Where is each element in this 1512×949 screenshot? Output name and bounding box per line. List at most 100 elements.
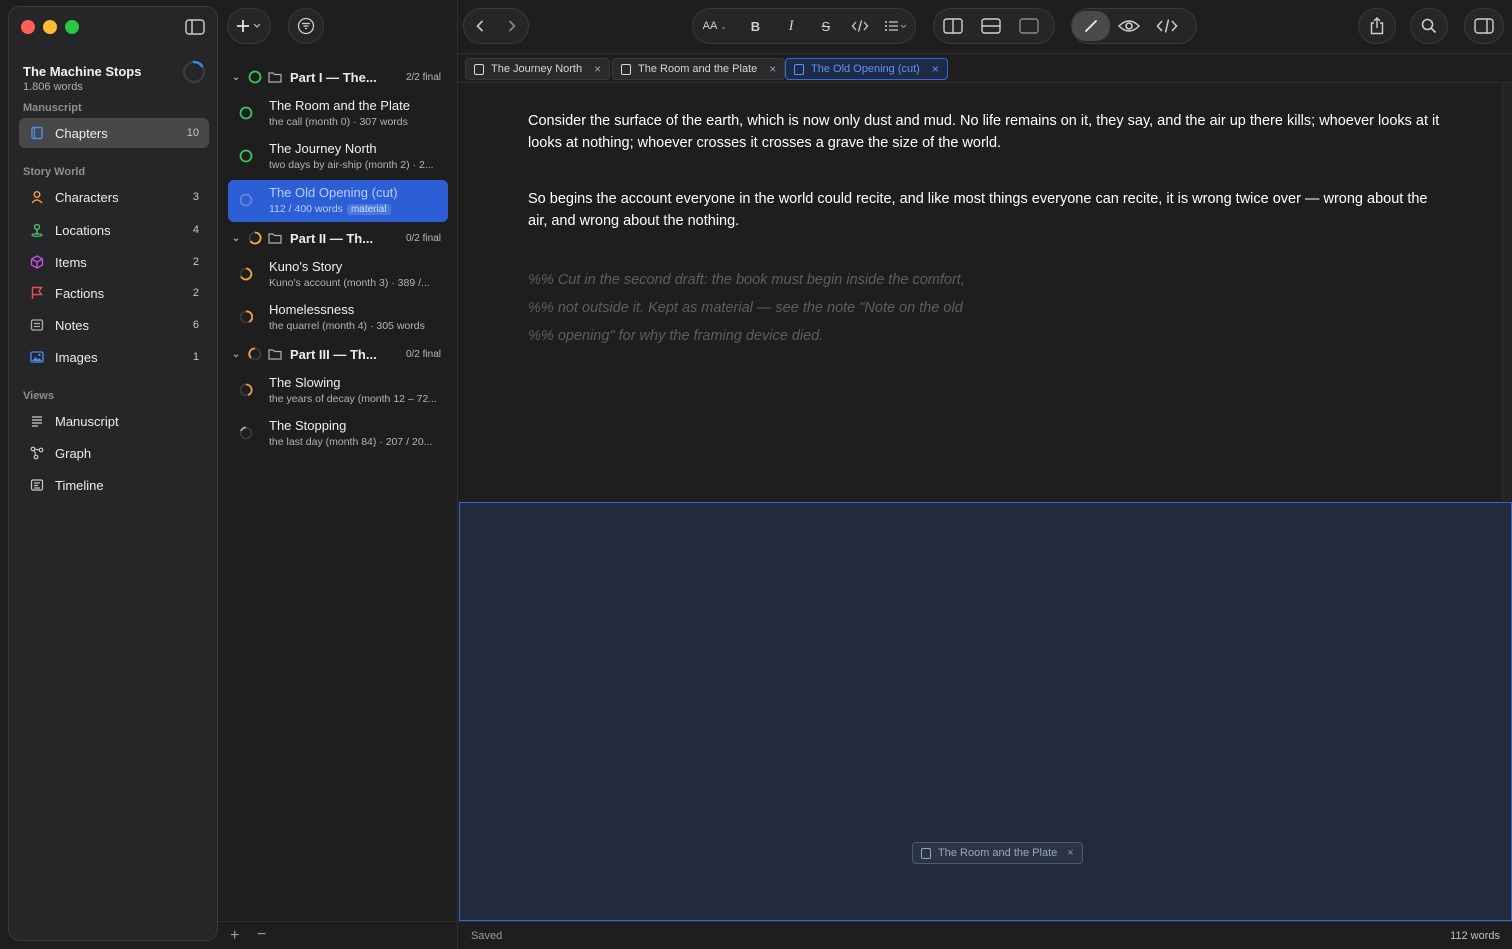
- close-tab-icon[interactable]: ×: [769, 62, 776, 76]
- layout-group: [933, 8, 1055, 44]
- book-icon: [921, 847, 931, 859]
- sidebar-item-chapters[interactable]: Chapters 10: [19, 118, 209, 148]
- paragraph[interactable]: Consider the surface of the earth, which…: [528, 110, 1448, 154]
- progress-spinner-icon: [182, 60, 206, 84]
- inspector-toggle-button[interactable]: [1464, 8, 1504, 44]
- split-vertical-button[interactable]: [934, 11, 972, 41]
- split-vertical-icon: [943, 18, 963, 34]
- sidebar-item-timeline-view[interactable]: Timeline: [19, 470, 209, 500]
- tree-group-part-3[interactable]: ⌄ Part III — Th... 0/2 final: [228, 340, 448, 368]
- minimize-window-button[interactable]: [43, 20, 57, 34]
- chapter-subtitle: 112 / 400 words material: [269, 203, 445, 215]
- single-pane-button[interactable]: [1010, 11, 1048, 41]
- plus-icon: [237, 20, 261, 32]
- source-code-icon: [1156, 19, 1178, 33]
- item-count: 3: [192, 191, 199, 203]
- book-icon: [794, 63, 804, 75]
- bold-button[interactable]: B: [737, 11, 775, 41]
- code-icon: [852, 20, 869, 32]
- tree-chapter-row[interactable]: The Slowing the years of decay (month 12…: [228, 370, 448, 412]
- tree-chapter-row[interactable]: The Journey North two days by air-ship (…: [228, 136, 448, 178]
- tree-chapter-row-selected[interactable]: The Old Opening (cut) 112 / 400 words mat…: [228, 180, 448, 222]
- split-drop-zone[interactable]: The Room and the Plate ×: [459, 502, 1512, 921]
- maximize-window-button[interactable]: [65, 20, 79, 34]
- group-title: Part II — Th...: [290, 230, 374, 246]
- forward-button[interactable]: [496, 11, 528, 41]
- sidebar-item-notes[interactable]: Notes 6: [19, 310, 209, 340]
- close-tab-icon[interactable]: ×: [932, 62, 939, 76]
- preview-mode-button[interactable]: [1110, 11, 1148, 41]
- project-title: The Machine Stops: [23, 64, 142, 79]
- tree-footer-divider: [218, 921, 458, 922]
- search-button[interactable]: [1410, 8, 1448, 44]
- flag-icon: [29, 285, 45, 301]
- chevron-down-icon[interactable]: ⌄: [228, 72, 244, 83]
- comment-line[interactable]: %% Cut in the second draft: the book mus…: [528, 266, 1448, 294]
- split-horizontal-button[interactable]: [972, 11, 1010, 41]
- sidebar-item-locations[interactable]: Locations 4: [19, 215, 209, 245]
- font-size-button[interactable]: AA ⌄: [693, 11, 737, 41]
- sidebar-item-factions[interactable]: Factions 2: [19, 278, 209, 308]
- pencil-icon: [1085, 20, 1097, 32]
- chapter-word-progress: 112 / 400 words: [269, 203, 343, 215]
- sidebar-item-graph-view[interactable]: Graph: [19, 438, 209, 468]
- editor-content[interactable]: Consider the surface of the earth, which…: [528, 110, 1448, 350]
- chevron-down-icon: ⌄: [720, 21, 727, 31]
- sidebar-item-items[interactable]: Items 2: [19, 247, 209, 277]
- code-button[interactable]: [844, 11, 878, 41]
- tree-chapter-row[interactable]: Kuno's Story Kuno's account (month 3) · …: [228, 254, 448, 296]
- tab-the-journey-north[interactable]: The Journey North ×: [465, 58, 611, 80]
- italic-button[interactable]: I: [774, 11, 808, 41]
- tree-chapter-row[interactable]: The Room and the Plate the call (month 0…: [228, 93, 448, 135]
- add-item-icon[interactable]: +: [230, 927, 239, 945]
- status-ring-partial-icon: [239, 383, 253, 397]
- folder-icon: [268, 72, 282, 83]
- sidebar-item-label: Factions: [55, 285, 105, 301]
- folder-icon: [268, 233, 282, 244]
- save-status: Saved: [471, 930, 503, 942]
- list-button[interactable]: [877, 11, 915, 41]
- comment-line[interactable]: %% not outside it. Kept as material — se…: [528, 294, 1448, 322]
- chapter-title: The Stopping: [269, 418, 347, 433]
- add-button[interactable]: [227, 8, 271, 44]
- close-window-button[interactable]: [21, 20, 35, 34]
- tree-group-part-2[interactable]: ⌄ Part II — Th... 0/2 final: [228, 224, 448, 252]
- comment-line[interactable]: %% opening" for why the framing device d…: [528, 322, 1448, 350]
- sidebar-item-label: Items: [55, 254, 87, 270]
- remove-item-icon[interactable]: −: [257, 926, 266, 944]
- tree-group-part-1[interactable]: ⌄ Part I — The... 2/2 final: [228, 63, 448, 91]
- edit-mode-button[interactable]: [1072, 11, 1110, 41]
- chapter-subtitle: the call (month 0) · 307 words: [269, 116, 408, 128]
- sidebar: The Machine Stops 1.806 words Manuscript…: [8, 6, 218, 941]
- list-icon: [885, 21, 907, 31]
- format-group: AA ⌄ B I S: [692, 8, 916, 44]
- mode-group: [1071, 8, 1197, 44]
- app-window: The Machine Stops 1.806 words Manuscript…: [0, 0, 1512, 949]
- dragged-tab[interactable]: The Room and the Plate ×: [912, 842, 1083, 864]
- material-tag: material: [346, 204, 391, 215]
- item-count: 6: [192, 319, 199, 331]
- chevron-down-icon[interactable]: ⌄: [228, 233, 244, 244]
- strikethrough-button[interactable]: S: [808, 11, 844, 41]
- section-label-story-world: Story World: [23, 166, 86, 178]
- sidebar-toggle-icon[interactable]: [185, 18, 205, 36]
- group-title: Part III — Th...: [290, 346, 377, 362]
- folder-icon: [268, 349, 282, 360]
- paragraph[interactable]: So begins the account everyone in the wo…: [528, 188, 1448, 232]
- close-tab-icon[interactable]: ×: [594, 62, 601, 76]
- editor-scrollbar[interactable]: [1502, 84, 1512, 502]
- sidebar-item-manuscript-view[interactable]: Manuscript: [19, 406, 209, 436]
- tree-chapter-row[interactable]: Homelessness the quarrel (month 4) · 305…: [228, 297, 448, 339]
- source-mode-button[interactable]: [1148, 11, 1186, 41]
- filter-button[interactable]: [288, 8, 324, 44]
- sidebar-item-characters[interactable]: Characters 3: [19, 182, 209, 212]
- tree-chapter-row[interactable]: The Stopping the last day (month 84) · 2…: [228, 413, 448, 455]
- share-button[interactable]: [1358, 8, 1396, 44]
- chevron-down-icon[interactable]: ⌄: [228, 349, 244, 360]
- tab-the-old-opening[interactable]: The Old Opening (cut) ×: [785, 58, 948, 80]
- sidebar-item-images[interactable]: Images 1: [19, 342, 209, 372]
- chapter-title: The Room and the Plate: [269, 98, 410, 113]
- tab-the-room-and-the-plate[interactable]: The Room and the Plate ×: [612, 58, 786, 80]
- status-ring-empty-icon: [239, 193, 253, 207]
- back-button[interactable]: [464, 11, 496, 41]
